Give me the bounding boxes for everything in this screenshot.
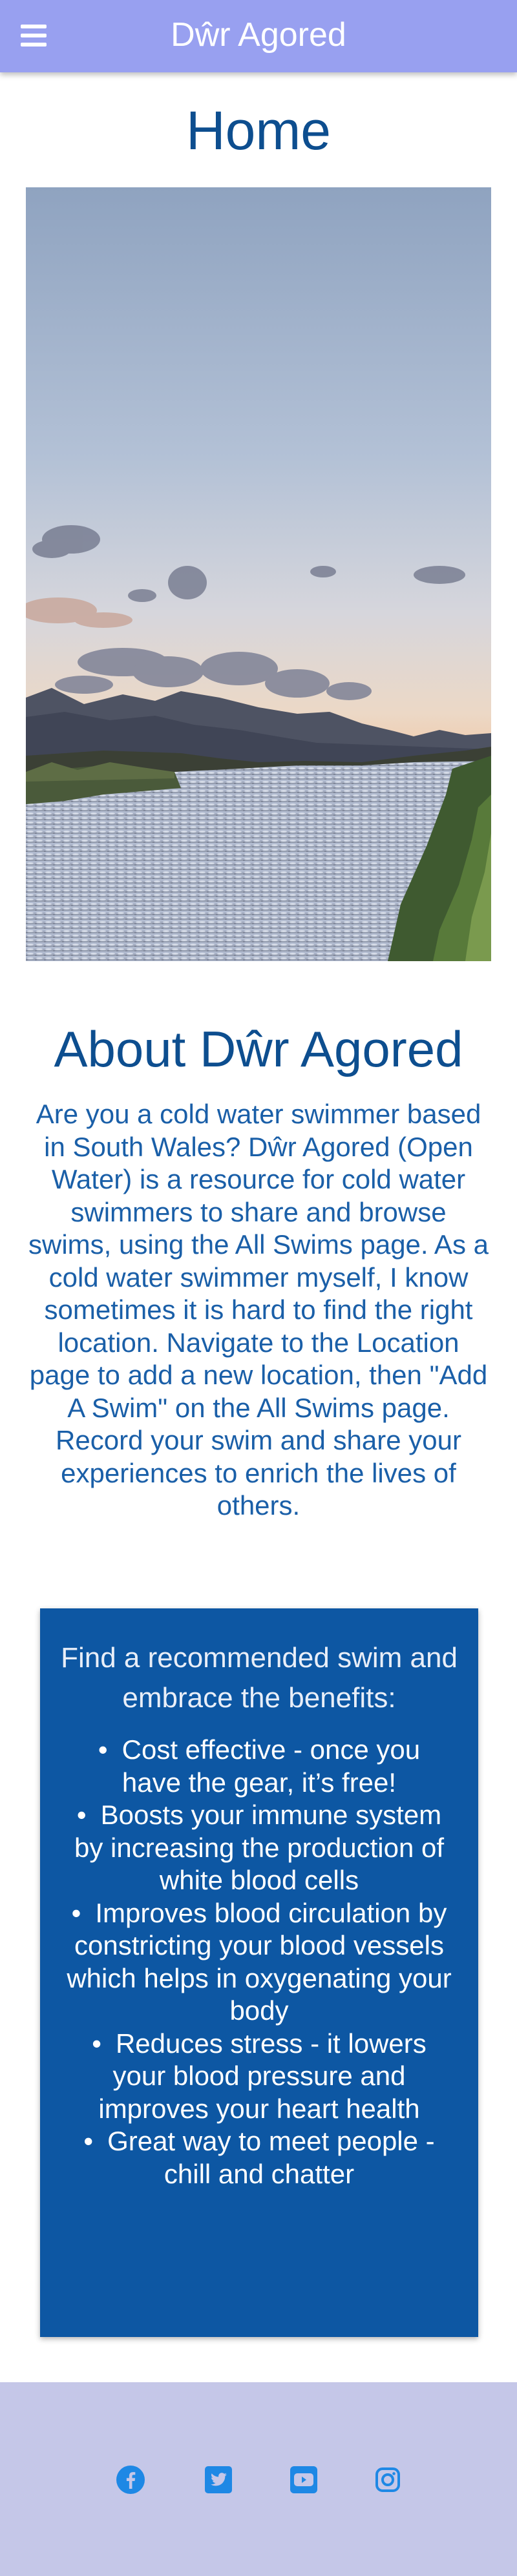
benefits-list: Cost effective - once you have the gear,… (66, 1734, 452, 2190)
page-title: Home (185, 100, 332, 161)
list-item: Cost effective - once you have the gear,… (66, 1734, 452, 1799)
list-item: Reduces stress - it lowers your blood pr… (66, 2028, 452, 2126)
brand-title[interactable]: Dŵr Agored (0, 14, 517, 56)
benefits-card: Find a recommended swim and embrace the … (40, 1608, 478, 2337)
list-item: Boosts your immune system by increasing … (66, 1799, 452, 1897)
facebook-icon[interactable] (114, 2463, 147, 2497)
hero-image (26, 187, 491, 961)
footer (0, 2382, 517, 2576)
about-title: About Dŵr Agored (54, 1021, 463, 1077)
about-text: Are you a cold water swimmer based in So… (28, 1099, 489, 1521)
list-item: Great way to meet people - chill and cha… (66, 2125, 452, 2190)
youtube-icon[interactable] (287, 2463, 321, 2497)
navbar: Dŵr Agored (0, 0, 517, 72)
benefits-intro: Find a recommended swim and embrace the … (61, 1642, 458, 1714)
instagram-icon[interactable] (371, 2463, 405, 2497)
twitter-icon[interactable] (202, 2463, 235, 2497)
list-item: Improves blood circulation by constricti… (66, 1897, 452, 2028)
page: Dŵr Agored Home About Dŵr Agored Are you… (0, 0, 517, 2576)
